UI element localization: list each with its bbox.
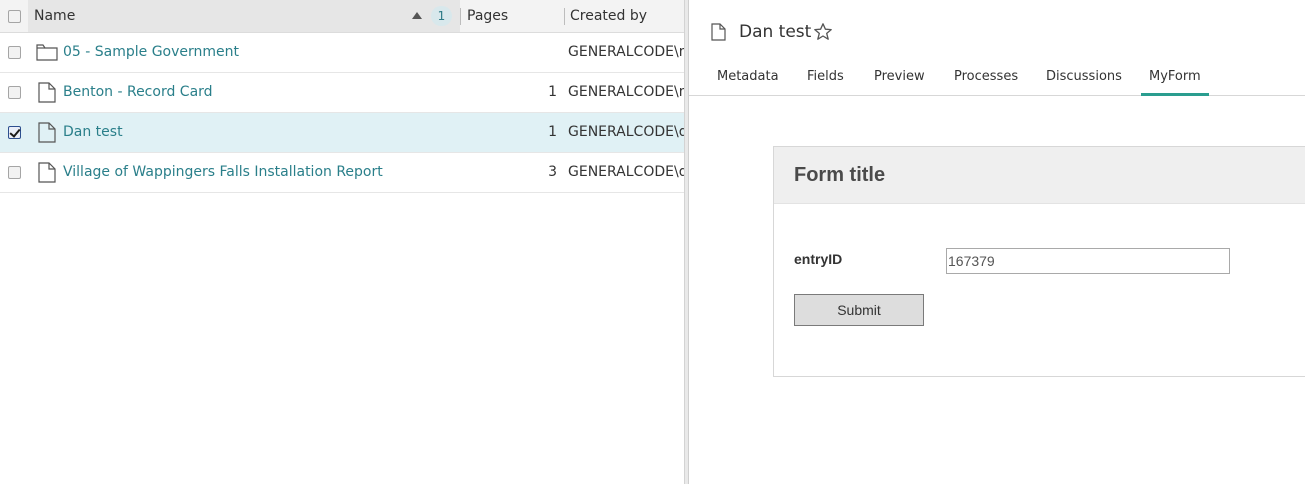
column-separator[interactable] — [460, 8, 461, 25]
document-icon — [38, 122, 56, 147]
row-checkbox[interactable] — [8, 86, 21, 99]
entry-name-link[interactable]: 05 - Sample Government — [63, 44, 239, 60]
name-column-label: Name — [34, 8, 76, 24]
entry-pages: 3 — [548, 164, 557, 180]
entry-name-link[interactable]: Dan test — [63, 124, 123, 140]
list-row[interactable]: Benton - Record Card 1 GENERALCODE\m — [0, 73, 684, 113]
name-column-header[interactable]: Name 1 — [28, 0, 460, 32]
sort-order-badge: 1 — [431, 6, 452, 26]
row-checkbox[interactable] — [8, 166, 21, 179]
tab-metadata[interactable]: Metadata — [709, 69, 787, 96]
entryid-label: entryID — [794, 251, 843, 267]
entry-created-by: GENERALCODE\ds — [568, 124, 684, 140]
entry-name-link[interactable]: Benton - Record Card — [63, 84, 213, 100]
column-separator[interactable] — [564, 8, 565, 25]
entry-pages: 1 — [548, 124, 557, 140]
entry-created-by: GENERALCODE\m — [568, 84, 684, 100]
select-all-checkbox[interactable] — [8, 10, 21, 23]
tab-preview[interactable]: Preview — [866, 69, 933, 96]
document-icon — [711, 23, 726, 45]
entryid-input[interactable] — [946, 248, 1230, 274]
myform-card: Form title entryID Submit — [773, 146, 1305, 377]
entry-list-pane: Name 1 Pages Created by 05 - Sample Gove… — [0, 0, 684, 484]
folder-icon — [36, 42, 58, 66]
entry-name-link[interactable]: Village of Wappingers Falls Installation… — [63, 164, 383, 180]
tab-myform[interactable]: MyForm — [1141, 69, 1209, 96]
entry-title: Dan test — [739, 22, 812, 42]
list-row[interactable]: 05 - Sample Government GENERALCODE\m — [0, 33, 684, 73]
pages-column-header[interactable]: Pages — [467, 8, 508, 24]
entry-pages: 1 — [548, 84, 557, 100]
star-icon[interactable] — [813, 22, 833, 46]
entry-created-by: GENERALCODE\dt — [568, 164, 684, 180]
entry-created-by: GENERALCODE\m — [568, 44, 684, 60]
form-header: Form title — [774, 147, 1305, 204]
row-checkbox[interactable] — [8, 46, 21, 59]
row-checkbox[interactable] — [8, 126, 21, 139]
tab-processes[interactable]: Processes — [946, 69, 1026, 96]
detail-tabs: Metadata Fields Preview Processes Discus… — [689, 64, 1305, 96]
document-icon — [38, 82, 56, 107]
sort-ascending-icon — [412, 12, 422, 19]
created-by-column-header[interactable]: Created by — [570, 8, 647, 24]
form-title: Form title — [794, 164, 886, 186]
entry-detail-pane: Dan test Metadata Fields Preview Process… — [689, 0, 1305, 484]
list-header: Name 1 Pages Created by — [0, 0, 684, 33]
document-icon — [38, 162, 56, 187]
list-row[interactable]: Village of Wappingers Falls Installation… — [0, 153, 684, 193]
tab-discussions[interactable]: Discussions — [1038, 69, 1130, 96]
submit-button[interactable]: Submit — [794, 294, 924, 326]
list-row[interactable]: Dan test 1 GENERALCODE\ds — [0, 113, 684, 153]
tab-fields[interactable]: Fields — [799, 69, 852, 96]
